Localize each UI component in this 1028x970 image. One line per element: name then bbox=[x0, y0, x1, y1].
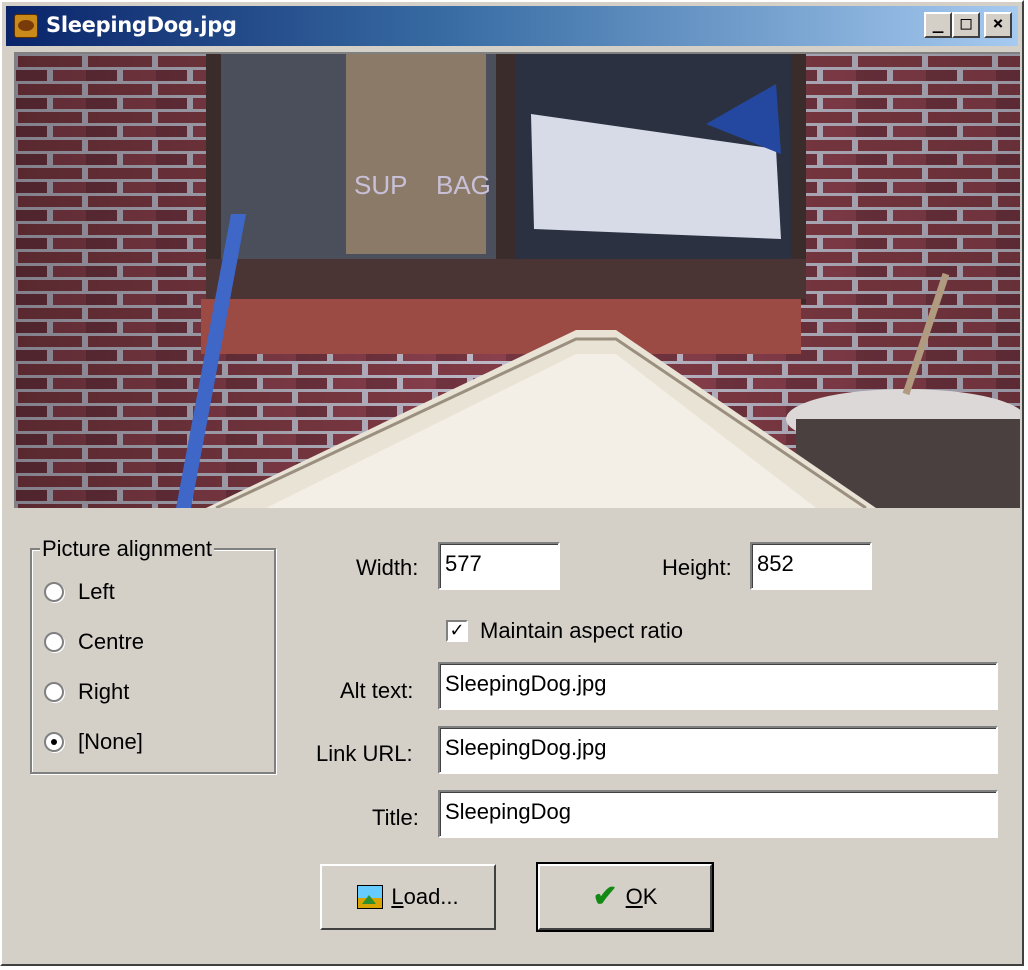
title-input[interactable]: SleepingDog bbox=[438, 790, 998, 838]
load-button-label: Load... bbox=[391, 884, 459, 909]
radio-right-label[interactable]: Right bbox=[78, 679, 129, 705]
svg-text:BAG: BAG bbox=[436, 170, 491, 200]
height-input[interactable]: 852 bbox=[750, 542, 872, 590]
svg-text:SUP: SUP bbox=[354, 170, 407, 200]
title-bar[interactable]: SleepingDog.jpg _ □ × bbox=[6, 6, 1018, 46]
close-button[interactable]: × bbox=[984, 12, 1012, 38]
title-label: Title: bbox=[372, 805, 419, 830]
radio-none[interactable] bbox=[44, 732, 64, 752]
width-label: Width: bbox=[356, 555, 419, 580]
radio-none-label[interactable]: [None] bbox=[78, 729, 143, 755]
image-icon bbox=[357, 885, 384, 909]
photo-image: SUP BAG bbox=[16, 54, 1020, 508]
link-url-label: Link URL: bbox=[316, 741, 413, 766]
radio-right[interactable] bbox=[44, 682, 64, 702]
load-button[interactable]: Load... bbox=[320, 864, 496, 930]
ok-button-label: OK bbox=[625, 884, 658, 909]
radio-selected-dot bbox=[51, 739, 57, 745]
checkmark-icon: ✔ bbox=[592, 880, 618, 913]
radio-left-label[interactable]: Left bbox=[78, 579, 115, 605]
maximize-button[interactable]: □ bbox=[952, 12, 980, 38]
link-url-input[interactable]: SleepingDog.jpg bbox=[438, 726, 998, 774]
height-label: Height: bbox=[662, 555, 732, 580]
ok-button[interactable]: ✔ OK bbox=[536, 862, 714, 932]
image-preview: SUP BAG bbox=[14, 52, 1020, 508]
radio-centre[interactable] bbox=[44, 632, 64, 652]
alt-text-label: Alt text: bbox=[340, 678, 414, 703]
radio-left[interactable] bbox=[44, 582, 64, 602]
maintain-aspect-label[interactable]: Maintain aspect ratio bbox=[480, 618, 683, 644]
width-input[interactable]: 577 bbox=[438, 542, 560, 590]
window-title: SleepingDog.jpg bbox=[46, 13, 237, 37]
alt-text-input[interactable]: SleepingDog.jpg bbox=[438, 662, 998, 710]
alignment-group-legend: Picture alignment bbox=[40, 536, 214, 562]
maintain-aspect-checkbox[interactable]: ✓ bbox=[446, 620, 468, 642]
app-icon bbox=[14, 14, 38, 38]
alignment-group bbox=[30, 548, 276, 774]
minimize-button[interactable]: _ bbox=[924, 12, 952, 38]
radio-centre-label[interactable]: Centre bbox=[78, 629, 144, 655]
